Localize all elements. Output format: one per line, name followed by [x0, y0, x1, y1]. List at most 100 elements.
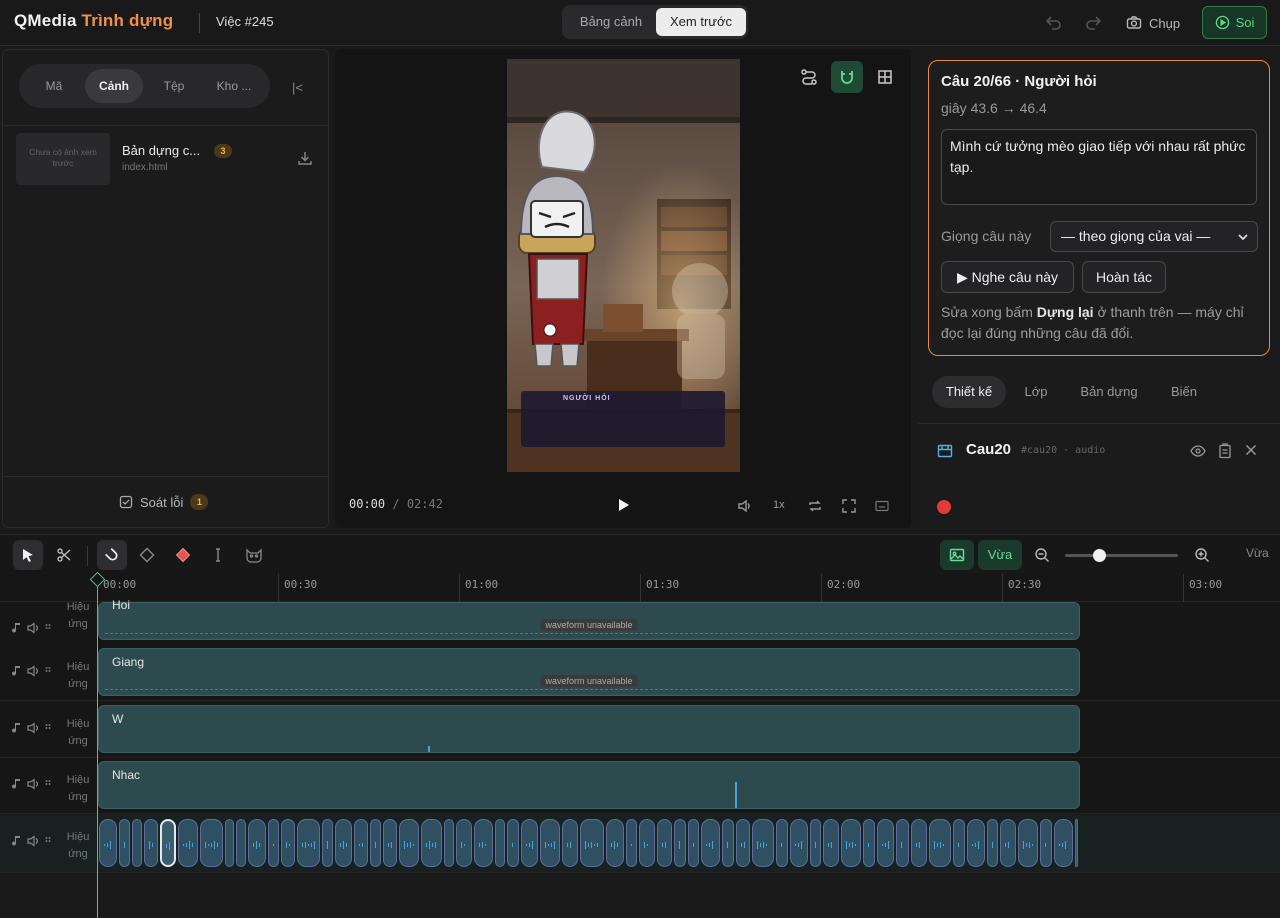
- sentence-clip[interactable]: [444, 819, 454, 867]
- play-icon[interactable]: [615, 497, 631, 513]
- sentence-clip[interactable]: [495, 819, 505, 867]
- tab-variables[interactable]: Biến: [1162, 376, 1206, 408]
- sentence-clip[interactable]: [877, 819, 894, 867]
- sentence-clip[interactable]: [297, 819, 320, 867]
- sentence-clip[interactable]: [967, 819, 985, 867]
- zoom-fit-button[interactable]: Vừa: [978, 540, 1022, 570]
- sentence-clip[interactable]: [200, 819, 223, 867]
- zoom-fit-label[interactable]: Vừa: [1246, 546, 1269, 560]
- sentence-clip[interactable]: [752, 819, 774, 867]
- sentence-clip[interactable]: [322, 819, 333, 867]
- zoom-slider-knob[interactable]: [1092, 549, 1106, 562]
- tab-builds[interactable]: Bản dựng: [1072, 376, 1146, 408]
- sentence-clip[interactable]: [1054, 819, 1073, 867]
- sentence-clip[interactable]: [896, 819, 909, 867]
- select-tool-icon[interactable]: [13, 540, 43, 570]
- music-note-icon[interactable]: [12, 665, 22, 677]
- drag-handle-icon[interactable]: [45, 836, 51, 846]
- tab-design[interactable]: Thiết kế: [932, 376, 1006, 408]
- drag-handle-icon[interactable]: [45, 779, 51, 789]
- sentence-clip[interactable]: [823, 819, 839, 867]
- capture-button[interactable]: Chụp: [1126, 12, 1180, 34]
- sentence-clip[interactable]: [456, 819, 472, 867]
- volume-icon[interactable]: [27, 665, 40, 677]
- speed-control[interactable]: 1x: [773, 499, 785, 511]
- sentence-clip[interactable]: [521, 819, 538, 867]
- drag-handle-icon[interactable]: [45, 623, 51, 633]
- text-cursor-icon[interactable]: [203, 540, 233, 570]
- sentence-clip[interactable]: [810, 819, 821, 867]
- sentence-clip[interactable]: [399, 819, 419, 867]
- magnet-icon[interactable]: [831, 61, 863, 93]
- video-frame[interactable]: NGƯỜI HỎI: [507, 59, 740, 472]
- grid-icon[interactable]: [869, 61, 901, 93]
- scissors-icon[interactable]: [49, 540, 79, 570]
- zoom-out-icon[interactable]: [1027, 540, 1057, 570]
- sentence-clip[interactable]: [132, 819, 142, 867]
- fullscreen-icon[interactable]: [841, 498, 857, 514]
- clipboard-icon[interactable]: [1218, 443, 1232, 459]
- volume-icon[interactable]: [27, 778, 40, 790]
- sentence-clip[interactable]: [987, 819, 998, 867]
- drag-handle-icon[interactable]: [45, 723, 51, 733]
- sentence-clip[interactable]: [606, 819, 624, 867]
- sentence-clip[interactable]: [1075, 819, 1078, 867]
- keyframe-icon[interactable]: [132, 540, 162, 570]
- sentence-clip[interactable]: [281, 819, 295, 867]
- playhead[interactable]: [97, 576, 98, 918]
- eye-icon[interactable]: [1190, 444, 1206, 458]
- sentence-clip[interactable]: [639, 819, 655, 867]
- cat-mask-icon[interactable]: [239, 540, 269, 570]
- sentence-clip[interactable]: [841, 819, 861, 867]
- sentence-clip[interactable]: [99, 819, 117, 867]
- timeline-ruler[interactable]: 00:00 00:30 01:00 01:30 02:00 02:30 03:0…: [0, 574, 1280, 602]
- tab-scene[interactable]: Cảnh: [85, 69, 143, 103]
- audio-clip[interactable]: W: [98, 705, 1080, 753]
- tab-files[interactable]: Tệp: [145, 69, 203, 103]
- volume-icon[interactable]: [27, 722, 40, 734]
- tab-code[interactable]: Mã: [25, 69, 83, 103]
- music-note-icon[interactable]: [12, 835, 22, 847]
- audio-clip[interactable]: Giang waveform unavailable: [98, 648, 1080, 696]
- subtitle-icon[interactable]: [874, 498, 890, 514]
- sentence-clip[interactable]: [688, 819, 699, 867]
- sentence-clip[interactable]: [119, 819, 130, 867]
- sentence-clip[interactable]: [722, 819, 734, 867]
- sentence-clip[interactable]: [421, 819, 442, 867]
- sentence-clip[interactable]: [929, 819, 951, 867]
- sentence-clip[interactable]: [911, 819, 927, 867]
- snap-magnet-icon[interactable]: [97, 540, 127, 570]
- volume-icon[interactable]: [737, 498, 753, 514]
- volume-icon[interactable]: [27, 835, 40, 847]
- sentence-clip[interactable]: [144, 819, 158, 867]
- zoom-slider[interactable]: [1065, 549, 1178, 562]
- sentence-clip[interactable]: [863, 819, 875, 867]
- zoom-in-icon[interactable]: [1187, 540, 1217, 570]
- music-note-icon[interactable]: [12, 622, 22, 634]
- image-icon[interactable]: [940, 540, 974, 570]
- sentence-clip[interactable]: [507, 819, 519, 867]
- route-icon[interactable]: [793, 61, 825, 93]
- sentence-clip[interactable]: [1018, 819, 1038, 867]
- watch-button[interactable]: Soi: [1202, 6, 1267, 39]
- record-dot-icon[interactable]: [937, 500, 951, 514]
- sentence-clip[interactable]: [354, 819, 368, 867]
- sentence-clip[interactable]: [626, 819, 637, 867]
- sentence-clip[interactable]: [776, 819, 788, 867]
- collapse-panel-icon[interactable]: |<: [292, 80, 303, 95]
- music-note-icon[interactable]: [12, 778, 22, 790]
- sentence-clip[interactable]: [657, 819, 672, 867]
- undo-button[interactable]: Hoàn tác: [1082, 261, 1166, 293]
- sentence-clip[interactable]: [474, 819, 493, 867]
- build-title[interactable]: Bản dựng c...: [122, 143, 200, 158]
- sentence-clip[interactable]: [540, 819, 560, 867]
- audio-clip[interactable]: Hoi waveform unavailable: [98, 598, 1080, 640]
- tab-preview[interactable]: Xem trước: [656, 8, 746, 36]
- tab-library[interactable]: Kho ...: [205, 69, 263, 103]
- music-note-icon[interactable]: [12, 722, 22, 734]
- loop-icon[interactable]: [807, 498, 823, 514]
- tab-layers[interactable]: Lớp: [1016, 376, 1056, 408]
- voice-select[interactable]: — theo giọng của vai —: [1050, 221, 1258, 252]
- sentence-clip[interactable]: [1040, 819, 1052, 867]
- sentence-clip[interactable]: [674, 819, 686, 867]
